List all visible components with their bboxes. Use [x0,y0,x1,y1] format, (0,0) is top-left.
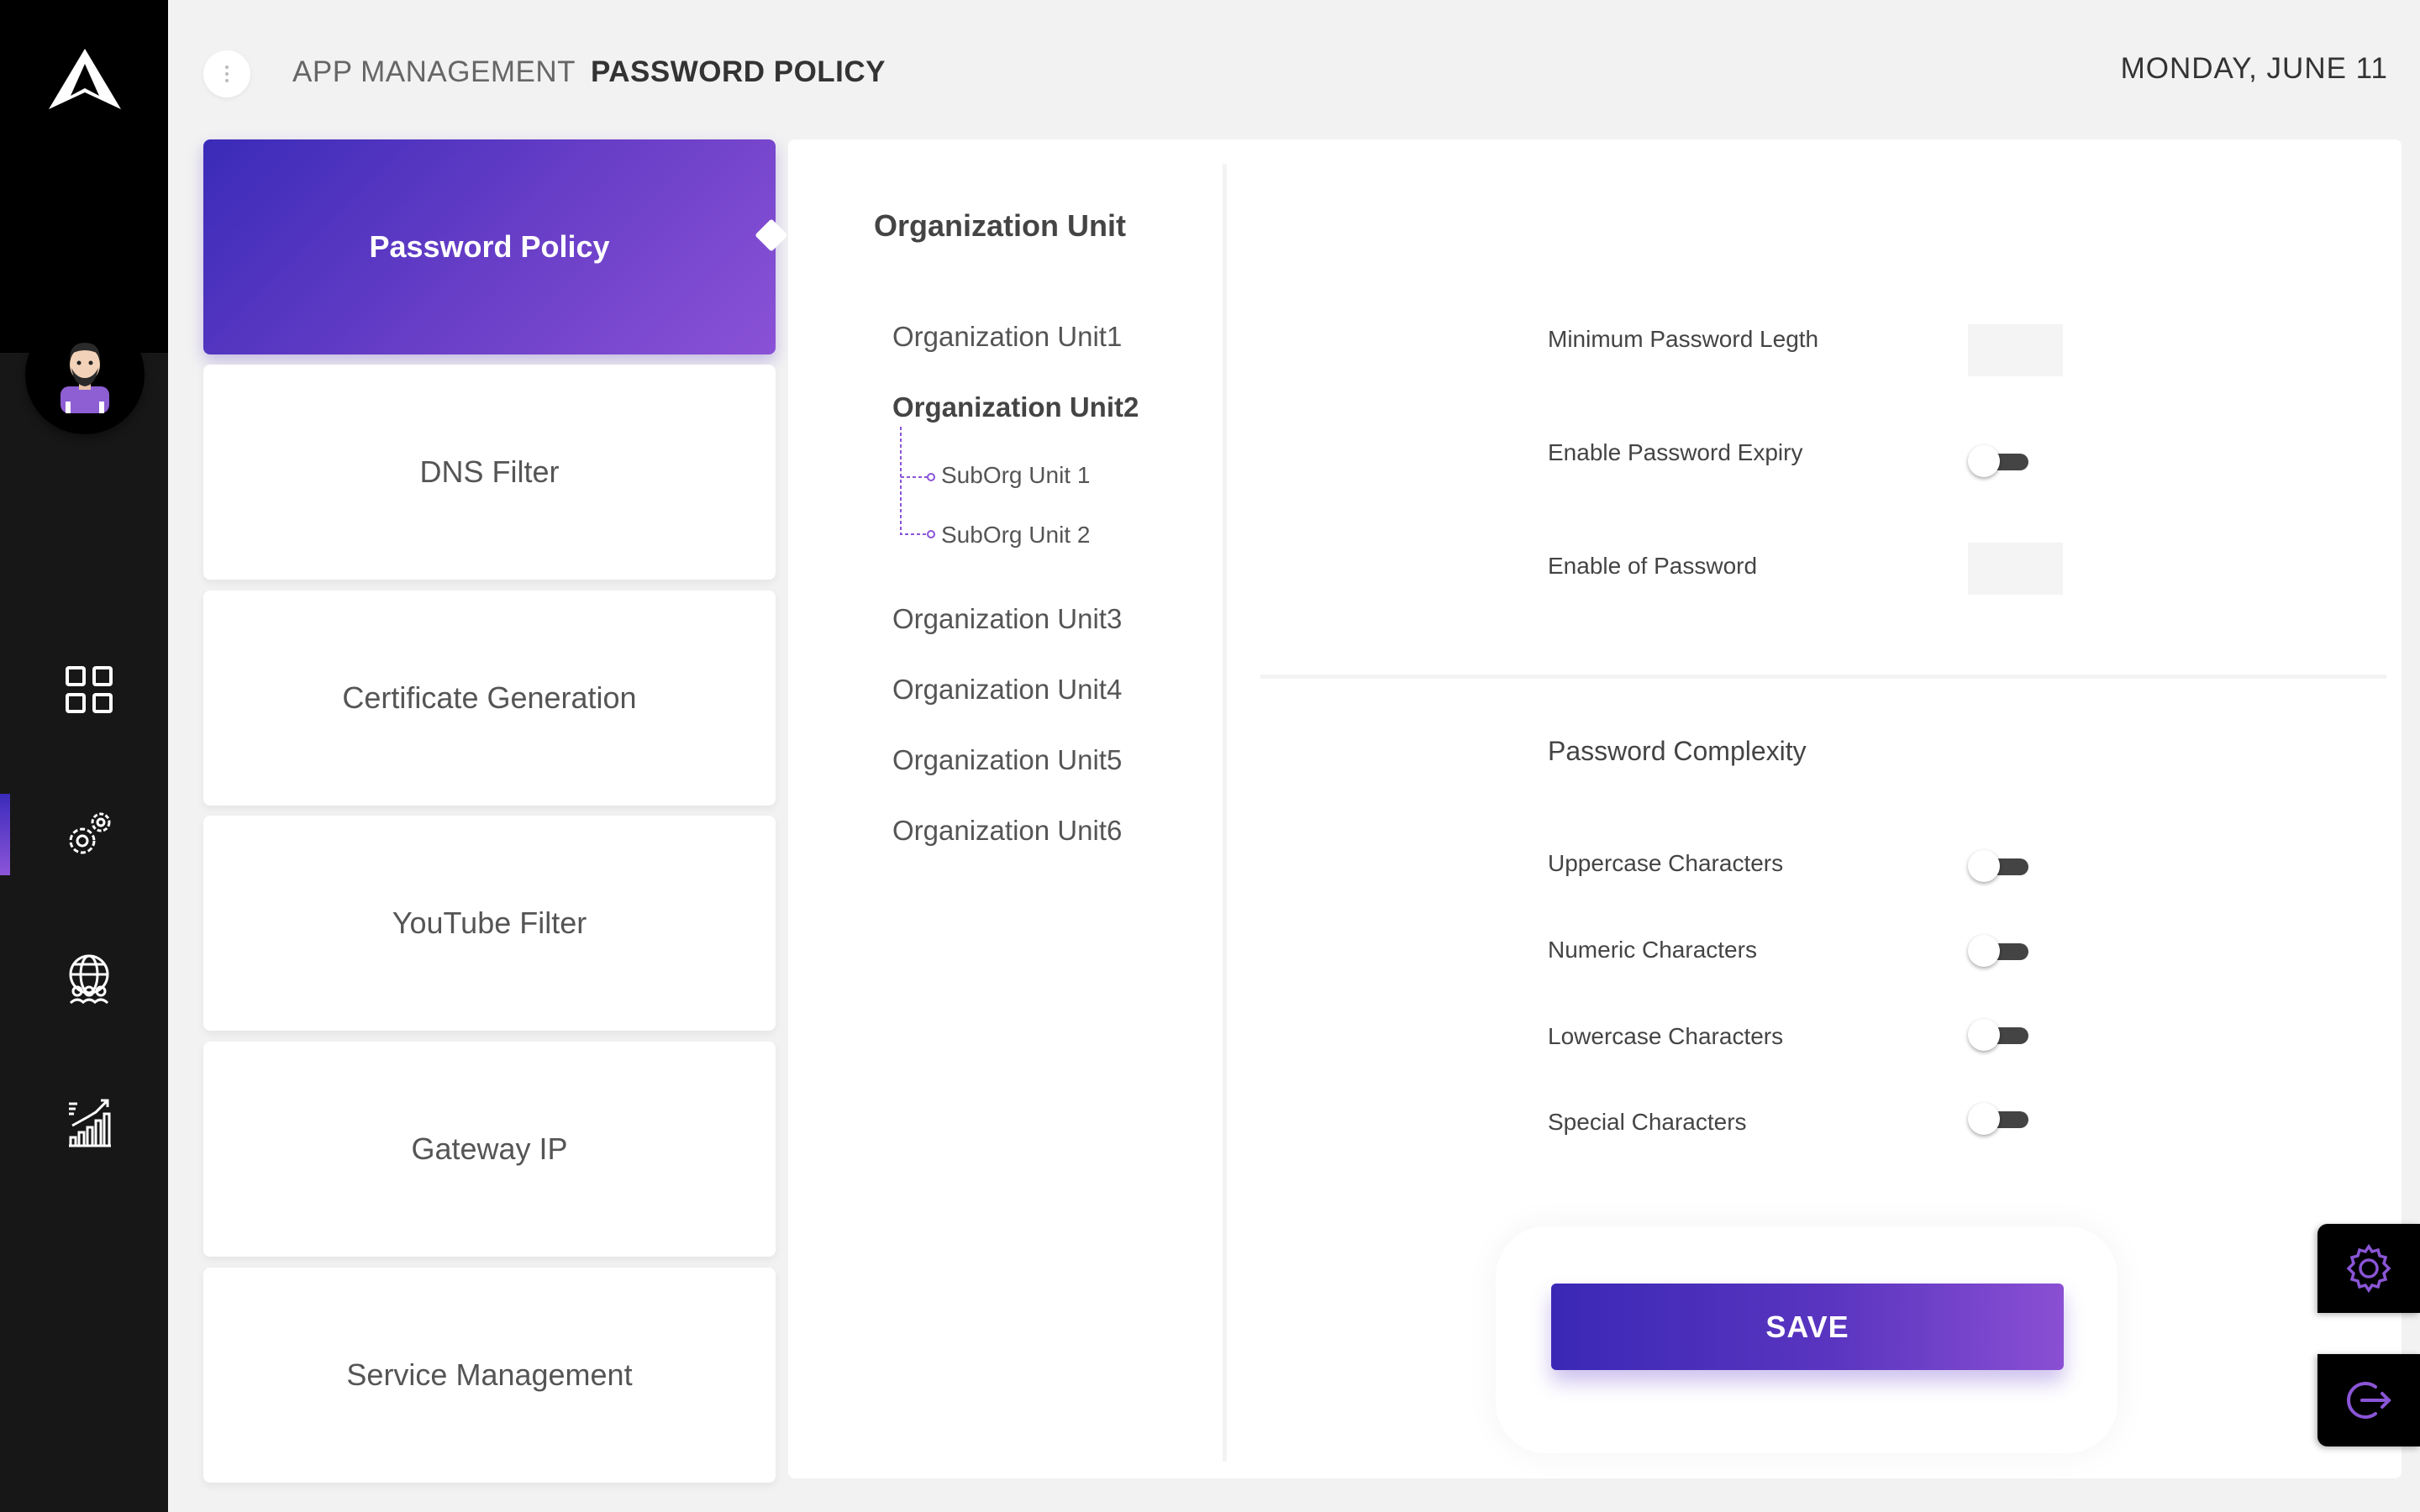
uppercase-toggle[interactable] [1968,850,2030,882]
suborg-unit-item[interactable]: SubOrg Unit 1 [941,462,1090,489]
logout-icon [2347,1382,2391,1419]
card-certificate-generation[interactable]: Certificate Generation [203,591,776,806]
special-label: Special Characters [1548,1109,1747,1135]
avatar[interactable] [25,315,145,434]
password-complexity-title: Password Complexity [1548,736,1807,766]
org-unit-item[interactable]: Organization Unit4 [892,674,1122,706]
settings-gears-icon[interactable] [59,804,119,864]
gear-icon [2346,1243,2391,1294]
save-button[interactable]: SAVE [1551,1284,2064,1370]
toggle-knob [1968,1103,2000,1135]
uppercase-label: Uppercase Characters [1548,850,1784,876]
password-expiry-toggle[interactable] [1968,445,2030,477]
toggle-knob [1968,1019,2000,1051]
section-divider [1260,675,2386,679]
card-service-management[interactable]: Service Management [203,1268,776,1483]
lowercase-toggle[interactable] [1968,1019,2030,1051]
global-users-icon[interactable] [59,949,119,1010]
dashboard-grid-icon[interactable] [59,659,119,720]
lowercase-label: Lowercase Characters [1548,1023,1784,1049]
numeric-label: Numeric Characters [1548,937,1757,963]
tree-connector [900,427,935,538]
min-password-length-input[interactable] [1968,324,2063,376]
card-youtube-filter[interactable]: YouTube Filter [203,816,776,1031]
org-unit-title: Organization Unit [874,208,1126,243]
card-dns-filter[interactable]: DNS Filter [203,365,776,580]
org-unit-item[interactable]: Organization Unit3 [892,603,1122,635]
breadcrumb-section[interactable]: APP MANAGEMENT [292,55,576,88]
vertical-dots-icon [225,66,229,82]
breadcrumb-page: PASSWORD POLICY [590,55,886,88]
panel-divider [1223,164,1227,1462]
quick-settings-button[interactable] [2317,1224,2420,1313]
enable-password-label: Enable of Password [1548,553,1758,579]
org-unit-item[interactable]: Organization Unit1 [892,321,1122,353]
user-avatar-icon [60,343,109,413]
enable-password-input[interactable] [1968,543,2063,595]
org-unit-item[interactable]: Organization Unit5 [892,744,1122,776]
analytics-chart-icon[interactable] [59,1092,119,1152]
toggle-knob [1968,445,2000,477]
logout-button[interactable] [2317,1354,2420,1446]
suborg-unit-item[interactable]: SubOrg Unit 2 [941,522,1090,549]
logo-icon[interactable] [49,49,121,109]
password-expiry-label: Enable Password Expiry [1548,439,1803,465]
numeric-toggle[interactable] [1968,935,2030,967]
card-password-policy[interactable]: Password Policy [203,139,776,354]
org-unit-item[interactable]: Organization Unit6 [892,815,1122,847]
breadcrumb: APP MANAGEMENT PASSWORD POLICY [292,55,886,89]
card-gateway-ip[interactable]: Gateway IP [203,1042,776,1257]
min-password-length-label: Minimum Password Legth [1548,326,1819,352]
sidebar [0,0,168,1512]
toggle-knob [1968,850,2000,882]
org-unit-item-selected[interactable]: Organization Unit2 [892,391,1139,423]
special-toggle[interactable] [1968,1103,2030,1135]
more-options-button[interactable] [203,50,250,97]
current-date: MONDAY, JUNE 11 [2120,52,2388,85]
toggle-knob [1968,935,2000,967]
active-nav-indicator [0,794,10,875]
